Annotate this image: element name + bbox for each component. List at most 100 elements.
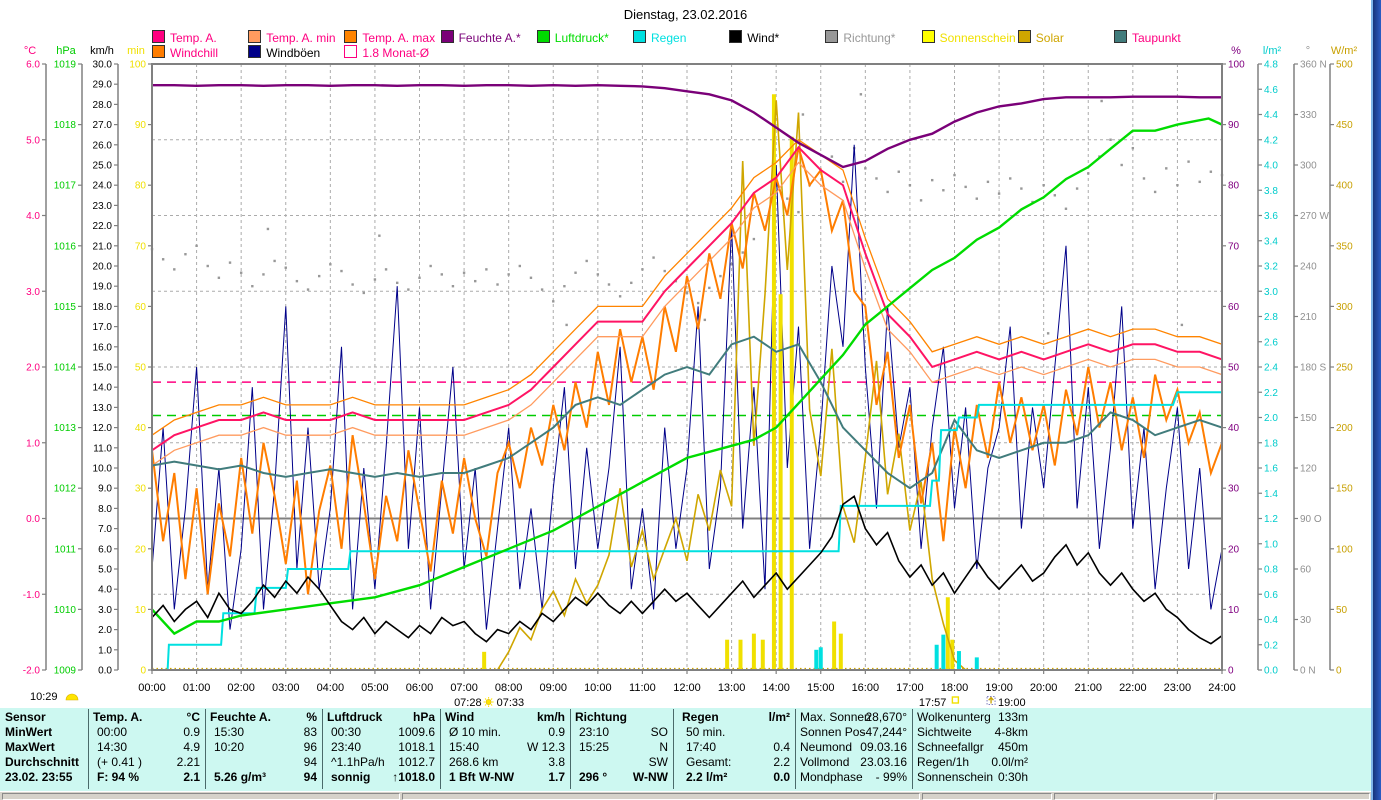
axis-label: 07:28: [454, 697, 482, 708]
axis-label: 1012: [54, 484, 77, 495]
axis-label: 4.6: [1264, 85, 1278, 96]
table-cell: 96: [303, 740, 317, 754]
axis-label: 450: [1336, 120, 1353, 131]
sensor-table: Sensor MinWert MaxWert Durchschnitt 23.02. 2…: [0, 708, 1371, 791]
axis-label: 60: [1300, 565, 1312, 576]
axis-label: 17.0: [93, 322, 113, 333]
axis-label: 20: [1228, 544, 1240, 555]
axis-label: 1.0: [98, 645, 112, 656]
axis-label: 10:00: [584, 682, 612, 694]
table-cell: W 12.3: [526, 740, 565, 754]
table-cell: - 99%: [875, 770, 907, 784]
table-divider: [205, 709, 206, 789]
axis-label: 0.0: [26, 514, 40, 525]
axis-label: 10: [1228, 605, 1240, 616]
weather-app-window: Dienstag, 23.02.2016 Temp. A. Temp. A. mi…: [0, 0, 1381, 800]
axis-label: 500: [1336, 60, 1353, 71]
axis-label: 19:00: [985, 682, 1013, 694]
table-cell: Sichtweite: [917, 725, 972, 739]
status-bar-segment: [1054, 793, 1214, 800]
chart-area: -2.0 -1.0 0.0 1.0 2.0 3.0 4.0 5.0 6.0 °C 1009 1010 1…: [0, 0, 1381, 713]
axis-label: 15:00: [807, 682, 835, 694]
axis-label: 100: [1336, 544, 1353, 555]
axis-label: hPa: [56, 45, 76, 57]
axis-label: 07:33: [497, 697, 525, 708]
sunset-icon: [951, 696, 960, 704]
status-bar-segment: [402, 793, 920, 800]
axis-label: 11.0: [93, 443, 112, 454]
table-cell: 23.02. 23:55: [5, 770, 73, 784]
axis-label: 0.8: [1264, 565, 1278, 576]
table-cell: 23.03.16: [860, 755, 907, 769]
axis-label: 300: [1336, 302, 1353, 313]
axis-label: 4.0: [1264, 161, 1278, 172]
axis-label: 5.0: [26, 135, 40, 146]
daylight-sun-icon: [65, 693, 79, 701]
table-cell: W-NW: [632, 770, 668, 784]
axis-label: 400: [1336, 181, 1353, 192]
axis-label: 150: [1336, 484, 1353, 495]
moonrise-arrow: [988, 696, 994, 704]
axis-label: 17:57: [919, 697, 947, 708]
weather-chart: -2.0-1.00.01.02.03.04.05.06.0°C100910101…: [23, 45, 1358, 709]
axis-label: 19.0: [93, 282, 113, 293]
table-cell: 50 min.: [686, 725, 726, 739]
axis-label: 1.2: [1264, 514, 1278, 525]
axis-label: 80: [1228, 181, 1240, 192]
axis-label: 4.2: [1264, 135, 1278, 146]
table-cell: °C: [186, 710, 200, 724]
axis-label: 3.0: [26, 287, 40, 298]
axis-label: 1015: [54, 302, 77, 313]
axis-label: 13:00: [718, 682, 746, 694]
table-divider: [795, 709, 796, 789]
axis-label: 0.0: [1264, 666, 1278, 677]
axis-label: 10: [135, 605, 147, 616]
table-cell: Wind: [445, 710, 475, 724]
table-cell: ↑1018.0: [392, 770, 435, 784]
axis-label: 18:00: [941, 682, 969, 694]
table-cell: 1009.6: [398, 725, 435, 739]
axis-label: 1010: [54, 605, 77, 616]
axis-label: 70: [1228, 241, 1240, 252]
axis-label: 16:00: [852, 682, 880, 694]
axis-label: °: [1306, 45, 1310, 57]
table-cell: 4-8km: [994, 725, 1028, 739]
table-cell: 4.9: [183, 740, 200, 754]
table-cell: 2.1: [183, 770, 200, 784]
axis-label: 01:00: [183, 682, 211, 694]
axis-label: 6.0: [98, 544, 112, 555]
axis-label: 00:00: [138, 682, 166, 694]
axis-label: 21.0: [93, 241, 113, 252]
axis-label: 70: [135, 241, 147, 252]
axis-label: 120: [1300, 464, 1317, 475]
axis-label: 03:00: [272, 682, 300, 694]
axis-label: 1009: [54, 666, 77, 677]
table-cell: 2.21: [176, 755, 200, 769]
axis-label: 0.0: [98, 666, 112, 677]
axis-label: 60: [135, 302, 147, 313]
axis-label: 100: [1228, 60, 1245, 71]
table-cell: 133m: [997, 710, 1028, 724]
axis-label: 1.0: [26, 438, 40, 449]
axis-label: 14.0: [93, 383, 113, 394]
axis-label: 100: [129, 60, 146, 71]
table-cell: Richtung: [575, 710, 627, 724]
axis-label: 40: [135, 423, 147, 434]
table-cell: 450m: [997, 740, 1028, 754]
axis-label: 22.0: [93, 221, 113, 232]
axis-label: 50: [1228, 363, 1240, 374]
axis-label: 26.0: [93, 140, 113, 151]
status-bar: [0, 791, 1371, 800]
axis-label: 2.4: [1264, 363, 1278, 374]
table-cell: SW: [648, 755, 668, 769]
table-divider: [440, 709, 441, 789]
table-cell: 1018.1: [398, 740, 435, 754]
table-cell: l/m²: [768, 710, 790, 724]
axis-label: 200: [1336, 423, 1353, 434]
status-bar-segment: [2, 793, 400, 800]
axis-label: 21:00: [1074, 682, 1102, 694]
axis-label: 11:00: [629, 682, 656, 694]
axis-label: 07:00: [450, 682, 478, 694]
axis-label: 2.2: [1264, 388, 1278, 399]
table-cell: hPa: [412, 710, 435, 724]
